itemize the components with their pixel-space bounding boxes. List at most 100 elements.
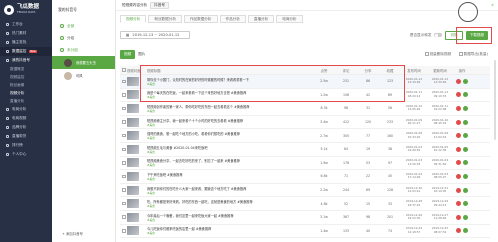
row-checkbox[interactable] bbox=[122, 174, 126, 179]
download-icon[interactable] bbox=[463, 133, 468, 139]
sidebar-item[interactable]: 品牌分析 bbox=[0, 123, 52, 132]
delete-icon[interactable] bbox=[456, 160, 461, 166]
sidebar-item[interactable]: 电商视频 bbox=[0, 114, 52, 123]
video-tag[interactable]: #美食 bbox=[147, 123, 155, 127]
download-icon[interactable] bbox=[463, 201, 468, 207]
download-icon[interactable] bbox=[463, 228, 468, 234]
video-thumbnail[interactable] bbox=[127, 144, 139, 154]
video-tag[interactable]: #美食 bbox=[147, 136, 155, 140]
tab-item[interactable]: 作品数据分析 bbox=[183, 15, 218, 23]
video-thumbnail[interactable] bbox=[127, 103, 139, 113]
logo[interactable]: 飞瓜数据 FEIGUA DATA bbox=[0, 0, 52, 20]
forward-toggle[interactable] bbox=[434, 33, 443, 37]
download-icon[interactable] bbox=[463, 214, 468, 220]
table-row[interactable]: 短视频美食分享，一起去吃好吃的来了，别忘了一起来 #美食推荐 #美食 1.9w 178… bbox=[120, 157, 490, 171]
search-icon[interactable] bbox=[458, 2, 478, 22]
download-icon[interactable] bbox=[463, 105, 468, 111]
account-item[interactable]: 可风 bbox=[52, 69, 115, 82]
video-tag[interactable]: #美食 bbox=[147, 191, 155, 195]
video-thumbnail[interactable] bbox=[127, 199, 139, 209]
sidebar-item[interactable]: 我的抖音号 bbox=[0, 56, 52, 65]
download-icon[interactable] bbox=[463, 78, 468, 84]
delete-icon[interactable] bbox=[456, 214, 461, 220]
video-tag[interactable]: #美食 bbox=[147, 163, 155, 167]
account-pill[interactable]: 抖音号 bbox=[150, 1, 169, 9]
column-header[interactable]: 操作 bbox=[453, 68, 471, 73]
table-row[interactable]: 短视频博主分享，我一起来看个十个小时的好吃的去看看 #美食推荐 #美食 3.4w 41… bbox=[120, 116, 490, 130]
sidebar-item[interactable]: 视频监控 bbox=[0, 73, 52, 81]
video-thumbnail[interactable] bbox=[127, 131, 139, 141]
image-filter-button[interactable]: 图片 bbox=[138, 52, 145, 57]
table-row[interactable]: 我想不到你们的在吃什么大家一起来看，跟我这个地方吃了 #美食推荐 #美食 2.2w 2… bbox=[120, 184, 490, 198]
sidebar-item[interactable]: 数据监控 New bbox=[0, 47, 52, 56]
row-checkbox[interactable] bbox=[122, 161, 126, 165]
video-thumbnail[interactable] bbox=[127, 171, 139, 181]
table-row[interactable]: 强哥的美食，想一起吃个地方的小吃，看看你们想吃的 #美食推荐 #美食 2.7w 305… bbox=[120, 129, 490, 143]
delete-icon[interactable] bbox=[456, 173, 461, 179]
delete-icon[interactable] bbox=[456, 92, 461, 98]
video-thumbnail[interactable] bbox=[127, 158, 139, 168]
video-thumbnail[interactable] bbox=[127, 76, 139, 86]
tab-item[interactable]: 作品分析 bbox=[219, 15, 246, 23]
bulk-option[interactable]: 数据导出(批量) bbox=[459, 52, 488, 57]
sidebar-item[interactable]: 工作台 bbox=[0, 20, 52, 29]
tab-item[interactable]: 直播分析 bbox=[247, 15, 275, 23]
row-checkbox[interactable] bbox=[122, 120, 126, 124]
checkbox[interactable] bbox=[425, 52, 429, 56]
row-checkbox[interactable] bbox=[122, 106, 126, 111]
video-thumbnail[interactable] bbox=[127, 117, 139, 127]
video-tag[interactable]: #美食 bbox=[147, 109, 155, 113]
sidebar-item[interactable]: 排行榜 bbox=[0, 141, 52, 150]
close-icon[interactable]: × bbox=[491, 3, 494, 7]
date-range-picker[interactable]: ▦ 2019-12-13 ~ 2020-01-12 bbox=[120, 31, 190, 39]
sidebar-item[interactable]: 粉丝画像 bbox=[0, 81, 52, 89]
delete-icon[interactable] bbox=[456, 187, 461, 193]
tab-item[interactable]: 视频分析 bbox=[120, 15, 147, 23]
row-checkbox[interactable] bbox=[122, 229, 126, 233]
video-thumbnail[interactable] bbox=[127, 185, 139, 195]
sidebar-item[interactable]: 直播分析 bbox=[0, 97, 52, 105]
tab-item[interactable]: 粉丝数据分析 bbox=[148, 15, 182, 23]
download-icon[interactable] bbox=[463, 173, 468, 179]
video-tag[interactable]: #美食 bbox=[147, 204, 155, 208]
video-tag[interactable]: #美食 bbox=[147, 177, 155, 181]
delete-icon[interactable] bbox=[456, 78, 461, 84]
video-tag[interactable]: #美食 bbox=[147, 218, 155, 222]
account-group-item[interactable]: 全部 bbox=[52, 20, 115, 32]
sidebar-item[interactable]: 个人中心 bbox=[0, 150, 52, 159]
account-item[interactable]: 我想要五头虫 bbox=[52, 56, 115, 69]
row-checkbox[interactable] bbox=[122, 93, 126, 97]
sidebar-item[interactable]: 热门素材 bbox=[0, 29, 52, 38]
video-thumbnail[interactable] bbox=[127, 226, 139, 236]
account-group-item[interactable]: 分组 bbox=[52, 32, 115, 44]
video-tag[interactable]: #美食 bbox=[147, 150, 155, 154]
delete-icon[interactable] bbox=[456, 228, 461, 234]
delete-icon[interactable] bbox=[456, 201, 461, 207]
video-tag[interactable]: #美食 bbox=[147, 231, 155, 235]
table-row[interactable]: 下午来吃饭吧 #美食推荐 #美食 6.6k 71 22 45 2020-01-02 17:1… bbox=[120, 170, 490, 184]
table-row[interactable]: 吃，所有都是来好来看，好吃的东西一起吃，这就是美食的地方 #美食推荐 #美食 4.8… bbox=[120, 197, 490, 211]
add-account-button[interactable]: + 添加抖音号 bbox=[62, 231, 83, 236]
download-icon[interactable] bbox=[463, 92, 468, 98]
checkbox[interactable] bbox=[459, 52, 463, 56]
sidebar-item[interactable]: 视频分析 bbox=[0, 89, 52, 97]
download-icon[interactable] bbox=[463, 160, 468, 166]
download-icon[interactable] bbox=[463, 146, 468, 152]
row-checkbox[interactable] bbox=[122, 79, 126, 84]
row-checkbox[interactable] bbox=[122, 133, 126, 138]
row-checkbox[interactable] bbox=[122, 215, 126, 219]
tab-item[interactable]: 电商分析 bbox=[276, 15, 303, 23]
sidebar-item[interactable]: 播主查找 bbox=[0, 38, 52, 47]
sidebar-item[interactable]: 电商分析 bbox=[0, 105, 52, 114]
delete-icon[interactable] bbox=[456, 133, 461, 139]
download-icon[interactable] bbox=[463, 119, 468, 125]
table-row[interactable]: 短视频创作者的第一家人，带你吃好吃的东西一起去看看这个 #美食推荐 #美食 8.3k… bbox=[120, 102, 490, 116]
scrollbar[interactable] bbox=[494, 60, 496, 140]
row-checkbox[interactable] bbox=[122, 201, 126, 206]
video-filter-button[interactable]: 视频 bbox=[120, 50, 136, 59]
video-thumbnail[interactable] bbox=[127, 212, 139, 222]
table-row[interactable]: 今儿吃饭你们都来吃饭的店里一起 #美食推荐 #美食 1.4w 133 40 74 2019-… bbox=[120, 225, 490, 239]
table-row[interactable]: 短视频五毛与美食 #2020-01-04来吃饭吧 #美食 5.1k 64 19 38 202… bbox=[120, 143, 490, 157]
delete-icon[interactable] bbox=[456, 146, 461, 152]
download-icon[interactable] bbox=[463, 187, 468, 193]
